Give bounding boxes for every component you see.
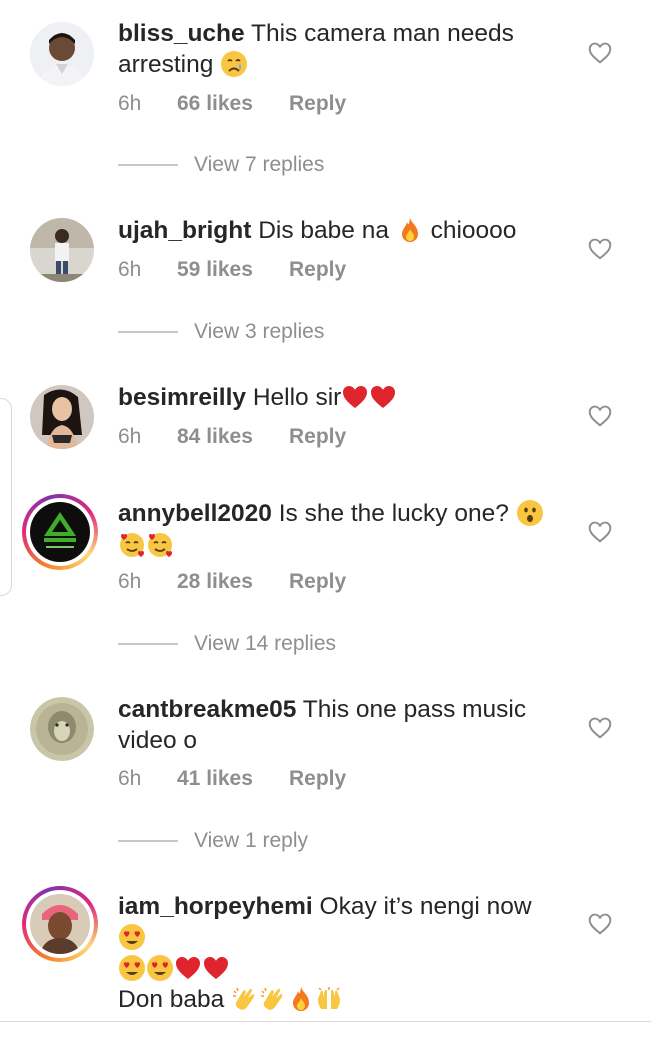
view-replies-button[interactable]: View 14 replies	[118, 632, 336, 656]
heart-outline-icon[interactable]	[587, 40, 613, 66]
comment-text: annybell2020 Is she the lucky one?	[118, 498, 558, 560]
view-replies-label: View 7 replies	[194, 153, 325, 176]
comment-time: 6h	[118, 767, 142, 790]
crying-face-icon	[221, 51, 248, 77]
comment-username[interactable]: cantbreakme05	[118, 696, 296, 723]
view-replies-label: View 3 replies	[194, 320, 325, 343]
comment-meta: 6h 84 likes Reply	[118, 425, 346, 449]
heart-eyes-icon	[147, 955, 173, 981]
red-heart-icon	[204, 957, 228, 979]
comment-body: Don baba	[118, 986, 225, 1013]
avatar-story-ring[interactable]	[22, 886, 98, 962]
bottom-divider	[0, 1021, 651, 1022]
comment-body: Is she the lucky one?	[278, 500, 509, 527]
heart-outline-icon[interactable]	[587, 236, 613, 262]
avatar[interactable]	[30, 218, 94, 282]
reply-button[interactable]: Reply	[289, 425, 346, 449]
avatar-story-ring[interactable]	[22, 494, 98, 570]
comment-username[interactable]: besimreilly	[118, 384, 246, 411]
heart-outline-icon[interactable]	[587, 715, 613, 741]
comment-meta: 6h 41 likes Reply	[118, 767, 346, 791]
reply-button[interactable]: Reply	[289, 570, 346, 594]
astonished-face-icon	[516, 500, 543, 526]
comment-text: iam_horpeyhemi Okay it’s nengi now	[118, 891, 558, 984]
comment-body: Okay it’s nengi now	[319, 893, 532, 920]
comment-text: cantbreakme05 This one pass music video …	[118, 694, 558, 756]
avatar	[30, 502, 90, 562]
avatar[interactable]	[30, 697, 94, 761]
raising-hands-icon	[318, 987, 341, 1009]
red-heart-icon	[371, 386, 396, 408]
comment-username[interactable]: annybell2020	[118, 500, 272, 527]
reply-button[interactable]: Reply	[289, 767, 346, 791]
clapping-hands-icon	[233, 987, 255, 1010]
reply-button[interactable]: Reply	[289, 258, 346, 282]
fire-icon	[293, 987, 310, 1011]
comment-meta: 6h 28 likes Reply	[118, 570, 346, 594]
view-replies-button[interactable]: View 7 replies	[118, 153, 324, 177]
heart-eyes-icon	[119, 955, 145, 981]
comment-username[interactable]: ujah_bright	[118, 217, 251, 244]
comment-meta: 6h 66 likes Reply	[118, 92, 346, 116]
comment-meta: 6h 59 likes Reply	[118, 258, 346, 282]
comment-body: Hello sir	[252, 384, 342, 411]
comment-time: 6h	[118, 570, 142, 593]
smiling-face-with-hearts-icon	[148, 533, 172, 557]
comment-text: ujah_bright Dis babe na chioooo	[118, 215, 558, 246]
comment-time: 6h	[118, 258, 142, 281]
comment-text: besimreilly Hello sir	[118, 382, 558, 413]
view-replies-button[interactable]: View 1 reply	[118, 829, 308, 853]
comment-likes[interactable]: 41 likes	[177, 767, 289, 791]
divider-line	[118, 164, 178, 166]
divider-line	[118, 643, 178, 645]
comment-likes[interactable]: 59 likes	[177, 258, 289, 282]
comment-time: 6h	[118, 92, 142, 115]
heart-outline-icon[interactable]	[587, 519, 613, 545]
avatar[interactable]	[30, 22, 94, 86]
divider-line	[118, 331, 178, 333]
heart-outline-icon[interactable]	[587, 403, 613, 429]
red-heart-icon	[176, 957, 200, 979]
reply-button[interactable]: Reply	[289, 92, 346, 116]
divider-line	[118, 840, 178, 842]
view-replies-button[interactable]: View 3 replies	[118, 320, 324, 344]
comment-time: 6h	[118, 425, 142, 448]
comment-likes[interactable]: 28 likes	[177, 570, 289, 594]
comment-body-cont: chioooo	[430, 217, 517, 244]
avatar[interactable]	[30, 385, 94, 449]
comment-body: Dis babe na	[258, 217, 389, 244]
smiling-face-with-hearts-icon	[120, 533, 144, 557]
avatar	[30, 894, 90, 954]
comment-likes[interactable]: 66 likes	[177, 92, 289, 116]
view-replies-label: View 14 replies	[194, 632, 337, 655]
comment-extra-line: Don baba	[118, 984, 343, 1015]
heart-eyes-icon	[119, 924, 145, 950]
side-drawer-handle[interactable]	[0, 398, 12, 596]
comment-likes[interactable]: 84 likes	[177, 425, 289, 449]
view-replies-label: View 1 reply	[194, 829, 309, 852]
heart-outline-icon[interactable]	[587, 911, 613, 937]
comment-username[interactable]: iam_horpeyhemi	[118, 893, 313, 920]
comment-text: bliss_uche This camera man needs arresti…	[118, 18, 558, 80]
red-heart-icon	[343, 386, 368, 408]
fire-icon	[401, 218, 418, 242]
clapping-hands-icon	[261, 987, 283, 1010]
comment-username[interactable]: bliss_uche	[118, 20, 245, 47]
